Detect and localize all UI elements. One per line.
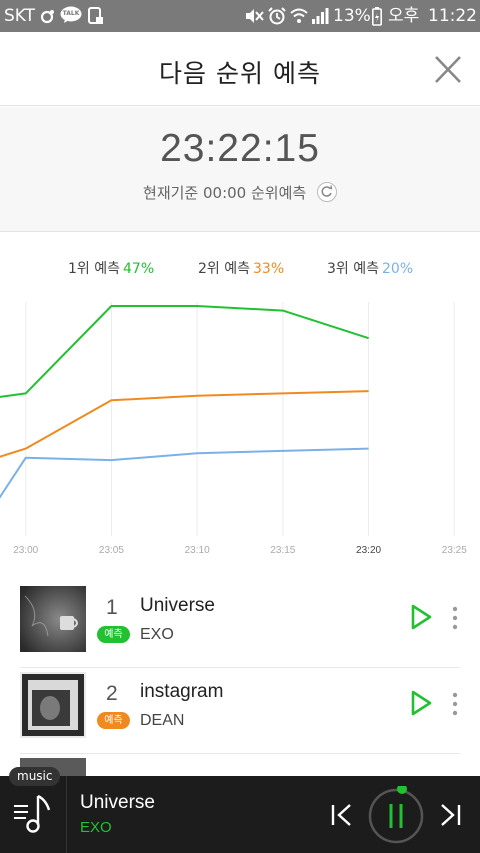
prediction-badge: 예측: [97, 712, 130, 729]
time-ampm: 오후: [388, 6, 420, 26]
series-line-rank-3: [0, 447, 369, 499]
legend-percent: 47%: [123, 261, 155, 277]
mini-player: music Universe EXO: [0, 767, 480, 853]
series-line-rank-1: [0, 305, 369, 398]
page-header: 다음 순위 예측: [0, 32, 480, 106]
carrier-label: SKT: [4, 6, 36, 26]
legend-label: 3위 예측: [327, 261, 379, 277]
artist-name: EXO: [140, 626, 174, 643]
countdown-timer: 23:22:15: [160, 127, 320, 170]
timer-caption: 현재기준 00:00 순위예측: [143, 184, 307, 202]
legend-item-2: 2위 예측 33%: [198, 258, 284, 278]
pause-icon[interactable]: [366, 786, 426, 846]
legend-item-3: 3위 예측 20%: [327, 258, 413, 278]
legend-item-1: 1위 예측 47%: [68, 258, 154, 278]
more-vertical-icon[interactable]: [448, 691, 462, 717]
signal-icon: [312, 8, 329, 24]
kakaostory-icon: [40, 10, 54, 24]
prediction-badge: 예측: [97, 626, 130, 643]
album-art-instagram: [20, 672, 86, 738]
legend-percent: 33%: [253, 261, 285, 277]
more-vertical-icon[interactable]: [448, 605, 462, 631]
battery-icon: [372, 7, 382, 26]
now-playing-artist: EXO: [80, 819, 112, 836]
album-art-universe: [20, 586, 86, 652]
x-tick-label: 23:20: [356, 545, 381, 556]
close-icon[interactable]: [428, 52, 468, 88]
refresh-icon: [321, 184, 333, 197]
kakaotalk-icon: TALK: [60, 6, 82, 24]
song-title: Universe: [140, 595, 215, 616]
song-row-2[interactable]: 2 instagram 예측 DEAN: [20, 670, 460, 754]
timer-caption-row: 현재기준 00:00 순위예측: [0, 181, 480, 203]
legend-label: 1위 예측: [68, 261, 120, 277]
music-note-icon[interactable]: [12, 792, 54, 836]
x-tick-label: 23:25: [442, 545, 467, 556]
next-icon[interactable]: [438, 802, 462, 828]
artist-name: DEAN: [140, 712, 185, 729]
legend-label: 2위 예측: [198, 261, 250, 277]
page-title: 다음 순위 예측: [159, 59, 321, 88]
mute-icon: [246, 9, 264, 23]
kakaotalk-label: TALK: [62, 10, 80, 17]
now-playing-title: Universe: [80, 792, 155, 813]
time-clock: 11:22: [428, 6, 477, 26]
music-tag: music: [9, 767, 61, 786]
x-tick-label: 23:15: [270, 545, 295, 556]
legend-percent: 20%: [382, 261, 414, 277]
rank-number: 1: [106, 596, 118, 619]
x-tick-label: 23:10: [185, 545, 210, 556]
song-row-1[interactable]: 1 Universe 예측 EXO: [20, 584, 460, 668]
refresh-button[interactable]: [316, 181, 337, 202]
previous-icon[interactable]: [330, 802, 354, 828]
x-tick-label: 23:00: [13, 545, 38, 556]
timer-panel: 23:22:15 현재기준 00:00 순위예측: [0, 107, 480, 232]
play-icon[interactable]: [408, 602, 434, 632]
wifi-icon: [290, 8, 308, 23]
x-tick-label: 23:05: [99, 545, 124, 556]
rank-number: 2: [106, 682, 118, 705]
rank-prediction-chart: 23:00 23:05 23:10 23:15 23:20 23:25: [0, 302, 467, 556]
player-divider: [66, 776, 67, 853]
play-icon[interactable]: [408, 688, 434, 718]
song-title: instagram: [140, 681, 224, 702]
status-bar: SKT TALK 13% 오후 11:22: [0, 0, 480, 32]
notification-icon: [88, 7, 103, 24]
battery-percent: 13%: [333, 6, 371, 26]
alarm-icon: [268, 7, 286, 25]
